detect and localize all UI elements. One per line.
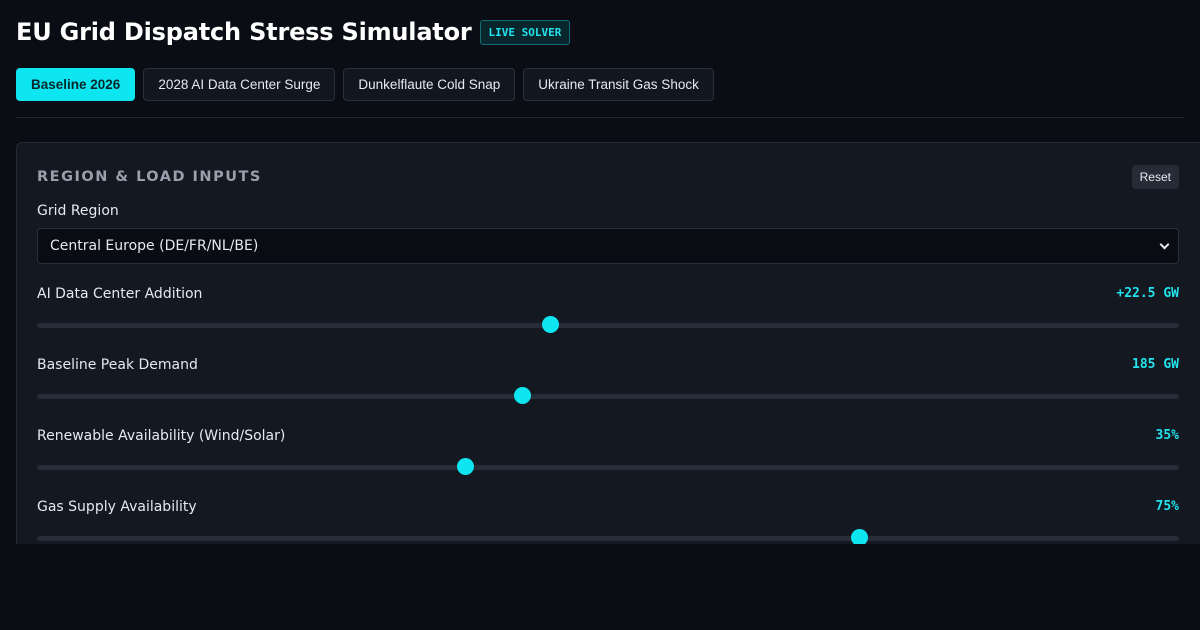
gas-supply-slider-track[interactable]	[37, 536, 1179, 541]
reset-button[interactable]: Reset	[1131, 165, 1179, 189]
gas-supply-slider-row: Gas Supply Availability 75%	[37, 499, 1179, 544]
slider-value: +22.5 GW	[1116, 286, 1179, 301]
gas-supply-slider-thumb[interactable]	[850, 529, 868, 544]
page-title: EU Grid Dispatch Stress Simulator	[16, 18, 472, 46]
region-load-inputs-panel: REGION & LOAD INPUTS Reset Grid Region C…	[16, 142, 1200, 544]
baseline-peak-demand-slider-row: Baseline Peak Demand 185 GW	[37, 357, 1179, 417]
panel-title: REGION & LOAD INPUTS	[37, 169, 262, 185]
tab-ukraine-gas-shock[interactable]: Ukraine Transit Gas Shock	[523, 68, 714, 101]
tab-ai-data-center-surge[interactable]: 2028 AI Data Center Surge	[143, 68, 336, 101]
chevron-down-icon	[1159, 239, 1170, 249]
slider-value: 75%	[1155, 499, 1179, 514]
grid-region-selected-value: Central Europe (DE/FR/NL/BE)	[50, 238, 259, 254]
scenario-tabs: Baseline 2026 2028 AI Data Center Surge …	[16, 68, 714, 101]
slider-label: Renewable Availability (Wind/Solar)	[37, 428, 286, 444]
baseline-peak-demand-slider-track[interactable]	[37, 394, 1179, 399]
tab-dunkelflaute-cold-snap[interactable]: Dunkelflaute Cold Snap	[343, 68, 516, 101]
ai-data-center-slider-row: AI Data Center Addition +22.5 GW	[37, 286, 1179, 346]
baseline-peak-demand-slider-thumb[interactable]	[513, 387, 531, 404]
slider-label: Gas Supply Availability	[37, 499, 197, 515]
renewable-availability-slider-track[interactable]	[37, 465, 1179, 470]
app-header: EU Grid Dispatch Stress Simulator LIVE S…	[16, 18, 571, 46]
slider-value: 185 GW	[1132, 357, 1179, 372]
grid-region-label: Grid Region	[37, 203, 119, 219]
live-solver-badge: LIVE SOLVER	[479, 20, 571, 45]
slider-value: 35%	[1155, 428, 1179, 443]
grid-region-select[interactable]: Central Europe (DE/FR/NL/BE)	[37, 228, 1179, 264]
tab-baseline-2026[interactable]: Baseline 2026	[16, 68, 136, 101]
renewable-availability-slider-thumb[interactable]	[456, 458, 474, 475]
panel-header: REGION & LOAD INPUTS Reset	[37, 165, 1179, 189]
slider-label: AI Data Center Addition	[37, 286, 203, 302]
slider-label: Baseline Peak Demand	[37, 357, 198, 373]
ai-data-center-slider-track[interactable]	[37, 323, 1179, 328]
header-divider	[16, 117, 1184, 118]
renewable-availability-slider-row: Renewable Availability (Wind/Solar) 35%	[37, 428, 1179, 488]
ai-data-center-slider-thumb[interactable]	[542, 316, 560, 333]
